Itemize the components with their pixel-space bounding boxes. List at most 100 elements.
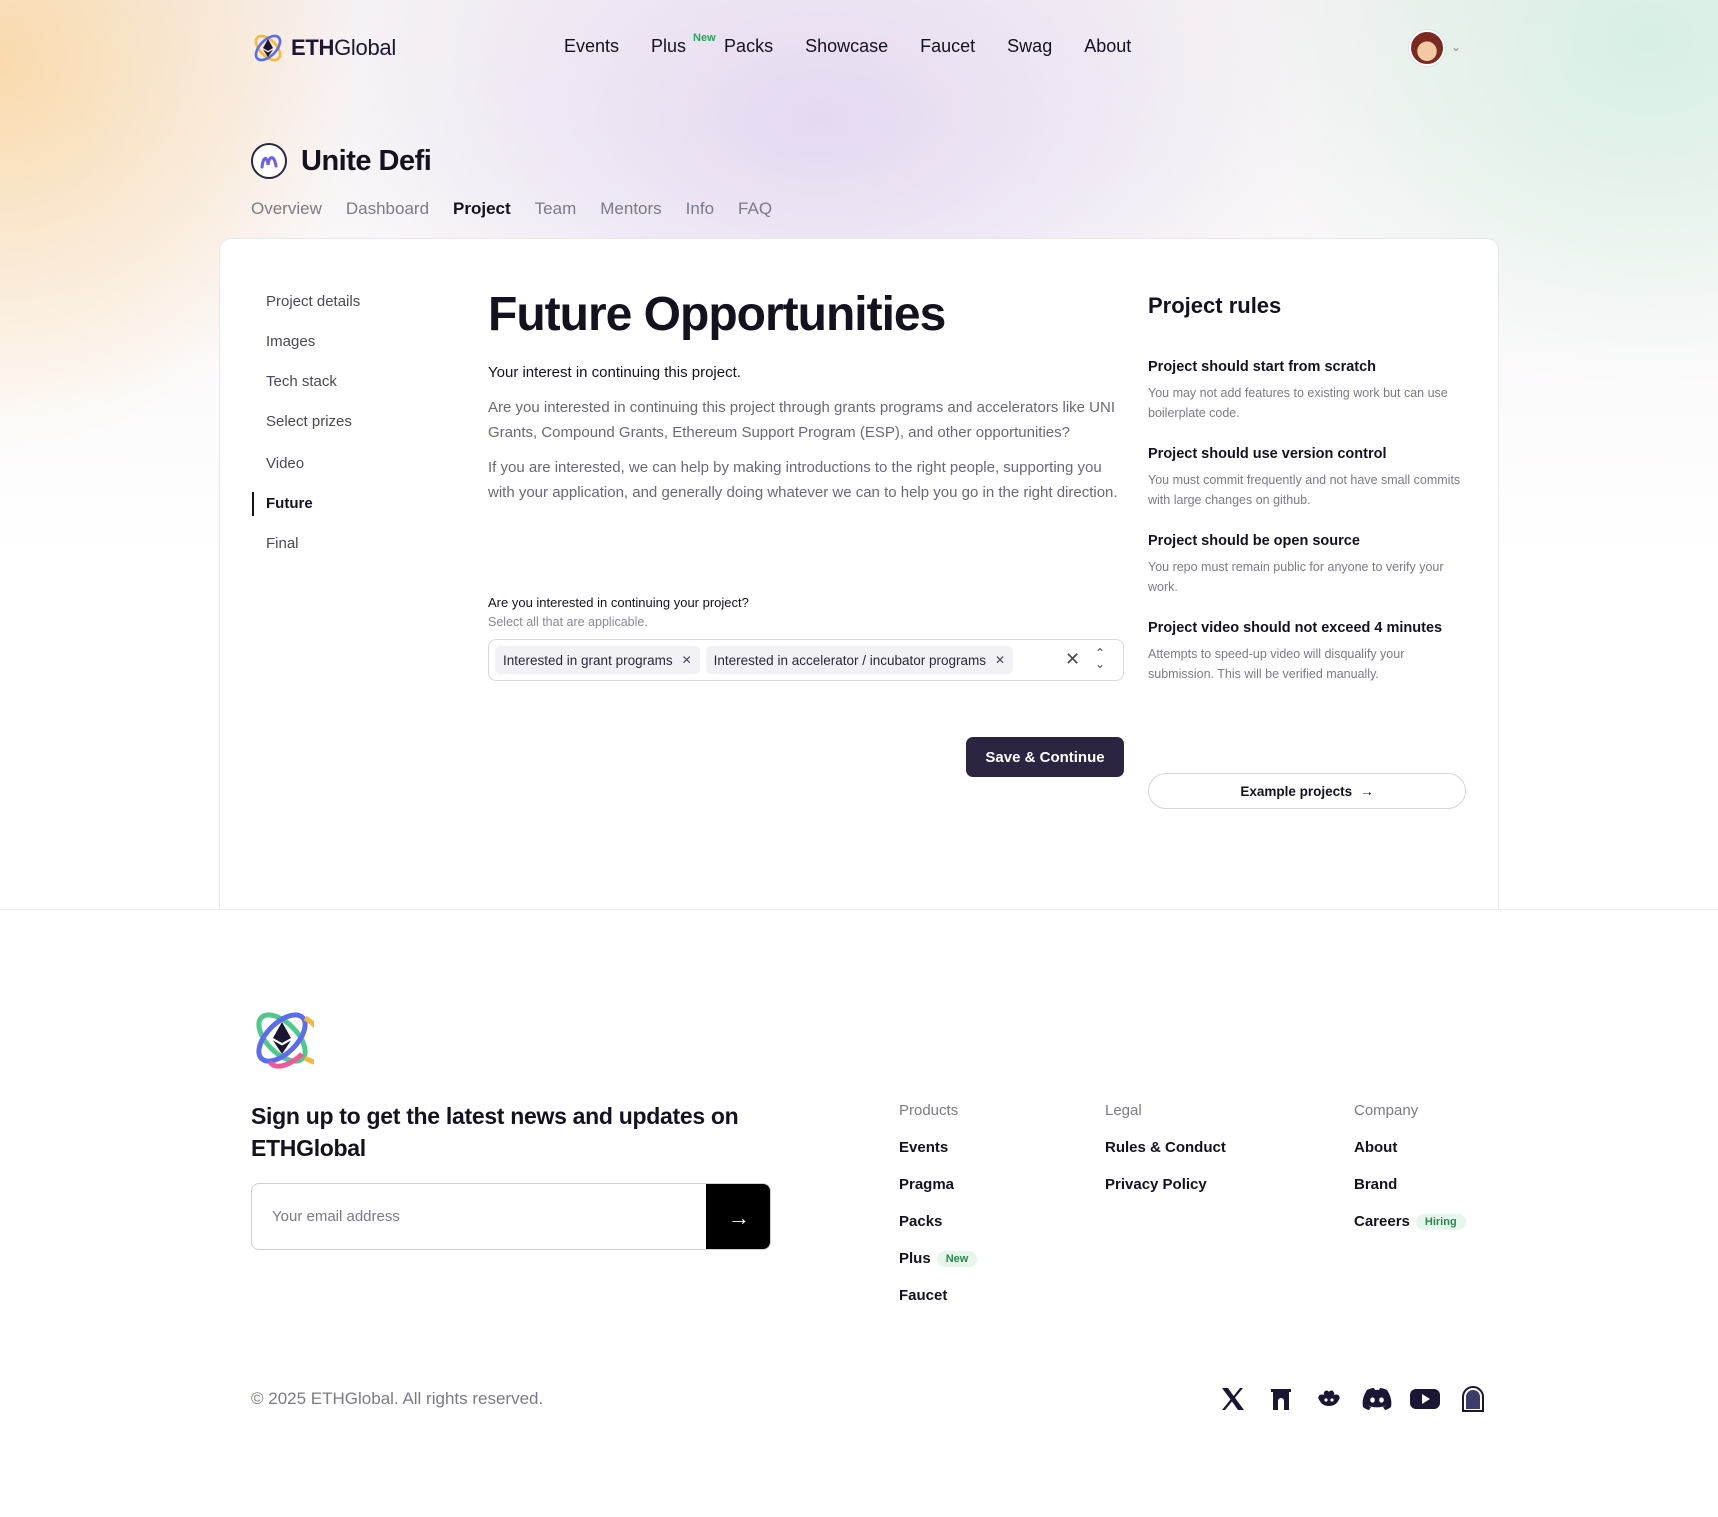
footer-link-plus[interactable]: Plus New [899,1250,978,1287]
step-tech-stack[interactable]: Tech stack [252,373,360,413]
footer-link-pragma[interactable]: Pragma [899,1176,977,1213]
farcaster-icon[interactable] [1260,1384,1302,1414]
rules-title: Project rules [1148,293,1282,318]
tab-faq[interactable]: FAQ [738,199,772,219]
step-images[interactable]: Images [252,333,360,373]
tab-dashboard[interactable]: Dashboard [346,199,429,219]
nav-showcase[interactable]: Showcase [805,36,888,57]
project-rules-panel: Project rules Project should start from … [1148,293,1466,813]
chevron-down-icon[interactable]: ⌄ [1451,40,1461,54]
mirror-icon[interactable] [1452,1384,1494,1414]
event-header: Unite Defi [251,143,432,179]
rule-description: Attempts to speed-up video will disquali… [1148,647,1405,681]
step-future[interactable]: Future [252,492,360,535]
chevron-updown-icon[interactable]: ⌃ ⌄ [1095,647,1105,670]
subscribe-button[interactable]: → [706,1184,770,1249]
footer-link-brand[interactable]: Brand [1354,1176,1466,1213]
footer-link-careers[interactable]: Careers Hiring [1354,1213,1466,1250]
event-logo-icon [251,143,287,179]
footer-link-packs[interactable]: Packs [899,1213,977,1250]
newsletter-form: → [251,1183,771,1250]
future-section: Future Opportunities Your interest in co… [488,288,1124,788]
tab-mentors[interactable]: Mentors [600,199,661,219]
footer-heading: Legal [1105,1102,1142,1119]
step-video[interactable]: Video [252,455,360,495]
remove-chip-icon[interactable]: ✕ [995,653,1005,667]
rule-title: Project should be open source [1148,533,1360,549]
selected-chip: Interested in accelerator / incubator pr… [705,646,1014,674]
nav-packs[interactable]: Packs [724,36,773,57]
top-navbar: ETHGlobal Events Plus New Packs Showcase … [0,0,1718,96]
example-projects-label: Example projects [1240,783,1353,799]
arrow-right-icon: → [1360,783,1374,799]
tab-project[interactable]: Project [453,199,511,219]
footer-link-faucet[interactable]: Faucet [899,1287,977,1324]
footer-logo-icon[interactable] [250,1006,332,1075]
nav-faucet[interactable]: Faucet [920,36,975,57]
remove-chip-icon[interactable]: ✕ [682,653,692,667]
social-links [1212,1384,1500,1414]
nav-swag[interactable]: Swag [1007,36,1052,57]
hiring-badge: Hiring [1415,1214,1466,1230]
lens-icon[interactable] [1308,1384,1350,1414]
footer-link-privacy[interactable]: Privacy Policy [1105,1176,1226,1213]
chip-label: Interested in accelerator / incubator pr… [713,652,987,668]
field-help: Select all that are applicable. [488,615,648,629]
example-projects-button[interactable]: Example projects → [1148,773,1466,809]
rule-item: Project should start from scratch You ma… [1148,359,1466,423]
section-paragraph-1: Are you interested in continuing this pr… [488,399,1115,441]
field-label: Are you interested in continuing your pr… [488,595,749,610]
footer-link-label: Plus [899,1250,931,1267]
footer-link-events[interactable]: Events [899,1139,977,1176]
footer-link-about[interactable]: About [1354,1139,1466,1176]
save-continue-button[interactable]: Save & Continue [966,737,1124,777]
nav-plus[interactable]: Plus New [651,32,716,57]
email-input[interactable] [252,1184,706,1249]
nav-events[interactable]: Events [564,36,619,57]
rule-title: Project should start from scratch [1148,359,1377,375]
section-lead: Your interest in continuing this project… [488,364,741,381]
step-final[interactable]: Final [252,535,360,575]
x-icon[interactable] [1212,1384,1254,1414]
discord-icon[interactable] [1356,1384,1398,1414]
ethglobal-logo[interactable]: ETHGlobal [251,31,396,65]
brand-wordmark: ETHGlobal [291,35,396,60]
tab-info[interactable]: Info [686,199,714,219]
rule-item: Project should be open source You repo m… [1148,533,1466,597]
event-tabs: Overview Dashboard Project Team Mentors … [251,199,796,219]
new-badge: New [936,1251,978,1267]
footer-company-column: Company About Brand Careers Hiring [1354,1102,1466,1250]
arrow-right-icon: → [728,1204,750,1230]
footer-heading: Company [1354,1102,1419,1119]
clear-icon[interactable]: ✕ [1065,649,1080,670]
rule-description: You repo must remain public for anyone t… [1148,560,1444,594]
nav-about[interactable]: About [1084,36,1131,57]
selected-chip: Interested in grant programs ✕ [495,646,700,674]
tab-overview[interactable]: Overview [251,199,322,219]
interest-multiselect[interactable]: Interested in grant programs ✕ Interested… [488,639,1124,681]
page-title: Future Opportunities [488,288,946,341]
rule-item: Project should use version control You m… [1148,446,1466,510]
ethglobal-logo-icon [254,34,282,62]
main-nav: Events Plus New Packs Showcase Faucet Swa… [564,32,1163,57]
section-divider [0,909,1718,910]
youtube-icon[interactable] [1404,1384,1446,1414]
newsletter-title: Sign up to get the latest news and updat… [251,1103,739,1161]
rule-title: Project should use version control [1148,446,1387,462]
form-steps-nav: Project details Images Tech stack Select… [252,293,360,575]
user-avatar[interactable] [1409,30,1445,66]
footer-link-rules[interactable]: Rules & Conduct [1105,1139,1226,1176]
section-paragraph-2: If you are interested, we can help by ma… [488,459,1118,501]
chip-label: Interested in grant programs [503,652,673,668]
copyright-text: © 2025 ETHGlobal. All rights reserved. [251,1389,544,1408]
step-select-prizes[interactable]: Select prizes [252,413,360,455]
footer-link-label: Careers [1354,1213,1410,1230]
step-project-details[interactable]: Project details [252,293,360,333]
new-badge: New [693,32,716,44]
footer-products-column: Products Events Pragma Packs Plus New Fau… [899,1102,978,1324]
footer-heading: Products [899,1102,959,1119]
tab-team[interactable]: Team [535,199,577,219]
rule-description: You may not add features to existing wor… [1148,386,1448,420]
event-title: Unite Defi [301,144,432,177]
footer-legal-column: Legal Rules & Conduct Privacy Policy [1105,1102,1226,1213]
